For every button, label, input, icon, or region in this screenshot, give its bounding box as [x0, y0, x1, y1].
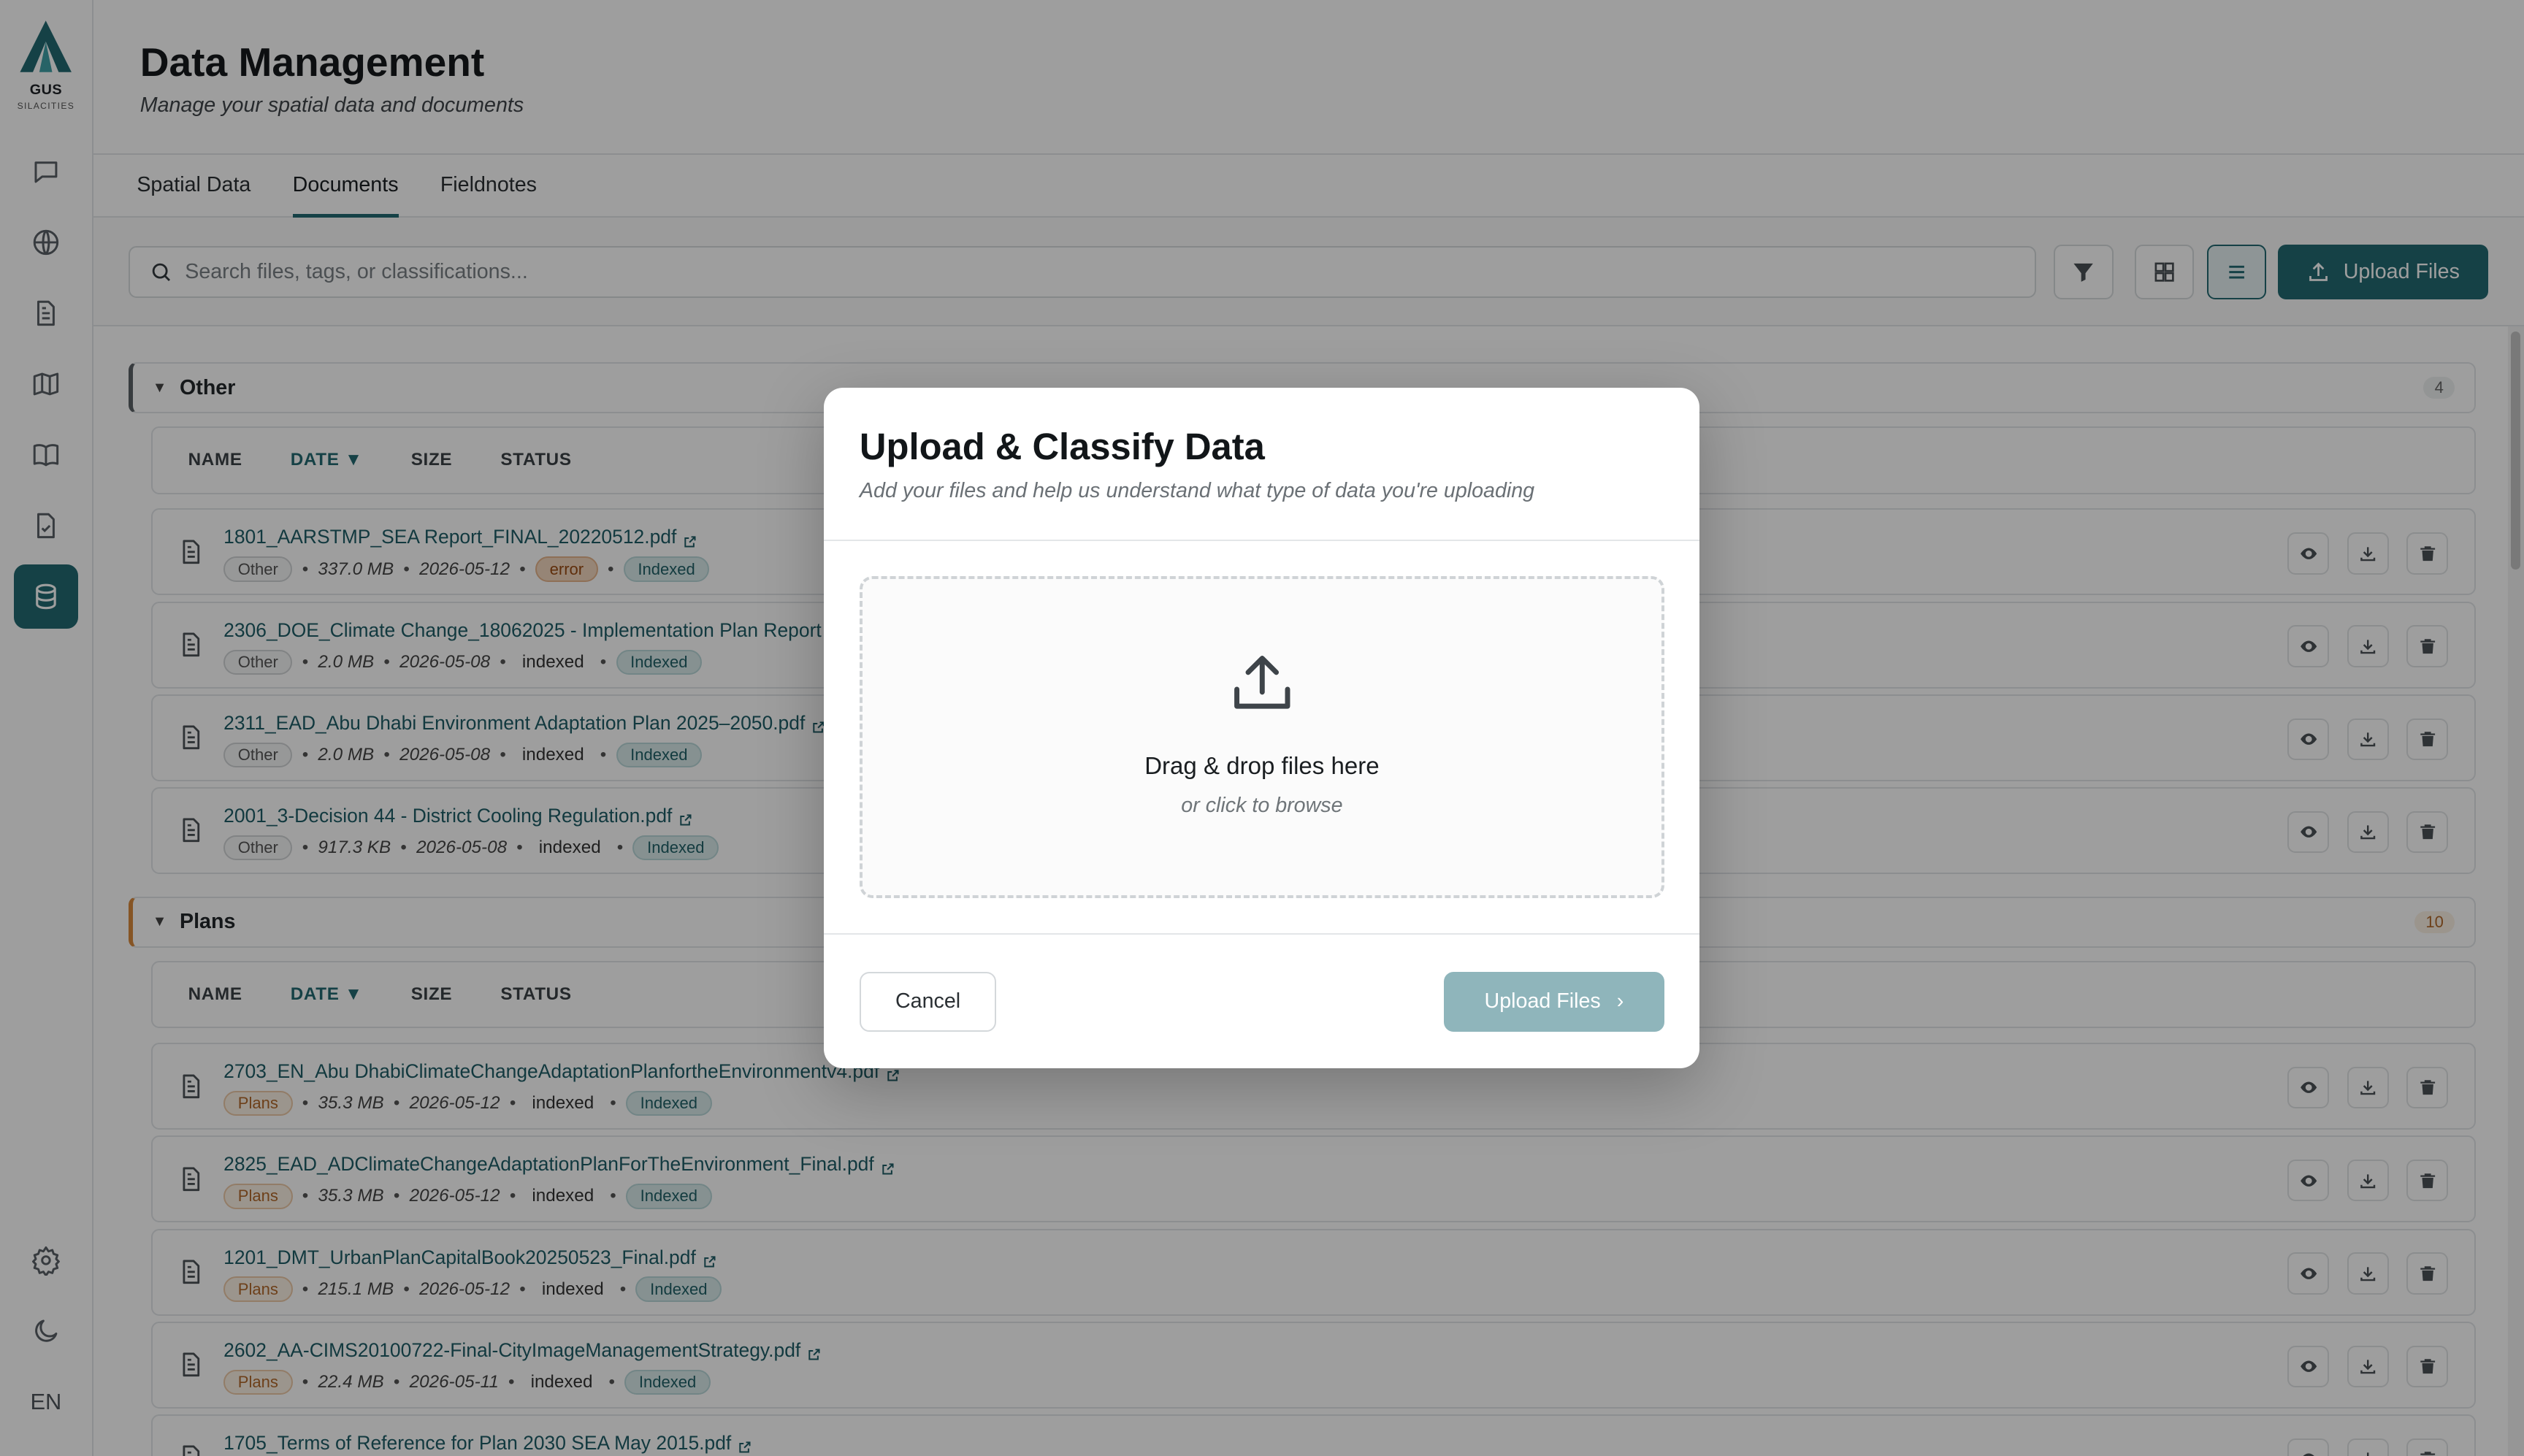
upload-icon [1234, 656, 1290, 709]
dialog-upload-button[interactable]: Upload Files › [1443, 971, 1664, 1032]
dropzone-title: Drag & drop files here [1144, 753, 1380, 781]
dropzone-subtitle: or click to browse [1181, 793, 1343, 817]
dialog-upload-label: Upload Files [1484, 989, 1601, 1014]
dialog-title: Upload & Classify Data [859, 425, 1265, 467]
cancel-button[interactable]: Cancel [859, 971, 997, 1032]
dialog-footer: Cancel Upload Files › [824, 933, 1700, 1068]
file-dropzone[interactable]: Drag & drop files here or click to brows… [859, 576, 1664, 898]
upload-dialog: Upload & Classify Data Add your files an… [824, 388, 1700, 1069]
dialog-header: Upload & Classify Data Add your files an… [824, 388, 1700, 541]
chevron-right-icon: › [1616, 989, 1624, 1014]
dialog-subtitle: Add your files and help us understand wh… [859, 479, 1535, 503]
